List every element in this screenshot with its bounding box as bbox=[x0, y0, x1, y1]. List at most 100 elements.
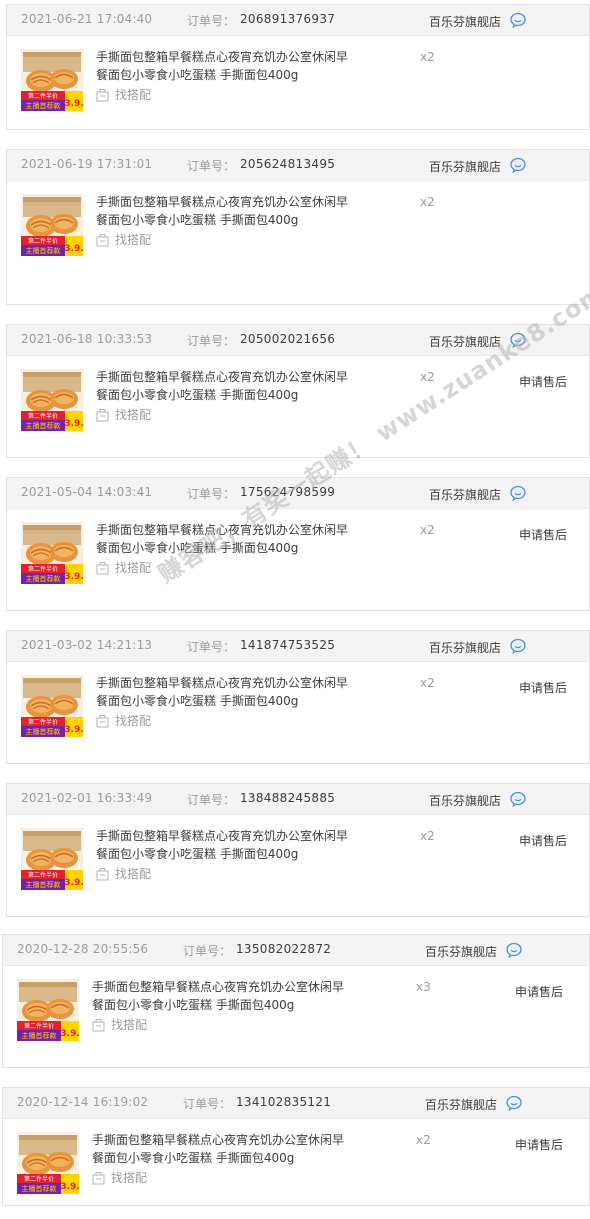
chat-bubble-icon[interactable] bbox=[506, 1095, 522, 1112]
order-date: 2021-06-21 17:04:40 bbox=[21, 12, 153, 26]
shop-name-link[interactable]: 百乐芬旗舰店 bbox=[429, 639, 501, 656]
apply-after-sale-link[interactable]: 申请售后 bbox=[519, 526, 567, 543]
shop-name-link[interactable]: 百乐芬旗舰店 bbox=[429, 158, 501, 175]
find-match-link[interactable]: 找搭配 bbox=[96, 231, 151, 248]
order-number-label: 订单号： bbox=[187, 159, 236, 173]
thumb-badge-bottom: 主播首荐款 bbox=[26, 246, 61, 255]
order-number-label: 订单号： bbox=[187, 793, 236, 807]
apply-after-sale-link[interactable]: 申请售后 bbox=[519, 832, 567, 849]
apply-after-sale-link[interactable]: 申请售后 bbox=[519, 373, 567, 390]
bread-product-thumbnail[interactable]: 第二件半价 主播首荐款 3.9. bbox=[17, 979, 80, 1041]
find-match-label: 找搭配 bbox=[115, 88, 152, 102]
chat-bubble-icon[interactable] bbox=[510, 791, 526, 808]
order-number: 134102835121 bbox=[236, 1095, 332, 1109]
thumb-badge-top: 第二件半价 bbox=[24, 1022, 54, 1030]
order-date: 2021-02-01 16:33:49 bbox=[21, 791, 153, 805]
product-title-link[interactable]: 手撕面包整箱早餐糕点心夜宵充饥办公室休闲早餐面包小零食小吃蛋糕 手撕面包400g bbox=[96, 521, 348, 557]
thumb-price: 3.9. bbox=[64, 572, 83, 582]
bread-product-thumbnail[interactable]: 第二件半价 主播首荐款 3.9. bbox=[21, 369, 84, 431]
chat-bubble-icon[interactable] bbox=[510, 485, 526, 502]
order-card: 2020-12-28 20:55:56 订单号： 135082022872 百乐… bbox=[2, 934, 590, 1068]
bread-product-thumbnail[interactable]: 第二件半价 主播首荐款 3.9. bbox=[21, 675, 84, 737]
order-header: 2021-06-18 10:33:53 订单号： 205002021656 百乐… bbox=[7, 325, 589, 356]
quantity: x2 bbox=[420, 523, 435, 537]
thumb-badge-bottom: 主播首荐款 bbox=[26, 880, 61, 889]
order-header: 2021-03-02 14:21:13 订单号： 141874753525 百乐… bbox=[7, 631, 589, 662]
apply-after-sale-link[interactable]: 申请售后 bbox=[515, 983, 563, 1000]
chat-bubble-icon[interactable] bbox=[510, 332, 526, 349]
shop-name-link[interactable]: 百乐芬旗舰店 bbox=[425, 943, 497, 960]
find-match-link[interactable]: 找搭配 bbox=[96, 712, 151, 729]
order-card: 2021-05-04 14:03:41 订单号： 175624798599 百乐… bbox=[6, 477, 590, 611]
chat-bubble-icon[interactable] bbox=[510, 12, 526, 29]
product-title-link[interactable]: 手撕面包整箱早餐糕点心夜宵充饥办公室休闲早餐面包小零食小吃蛋糕 手撕面包400g bbox=[96, 368, 348, 404]
link-match-icon bbox=[96, 88, 109, 101]
product-title-link[interactable]: 手撕面包整箱早餐糕点心夜宵充饥办公室休闲早餐面包小零食小吃蛋糕 手撕面包400g bbox=[96, 48, 348, 84]
order-item: 第二件半价 主播首荐款 3.9. 手撕面包整箱早餐糕点心夜宵充饥办公室休闲早餐面… bbox=[3, 966, 589, 1066]
link-match-icon bbox=[96, 714, 109, 727]
order-card: 2021-06-18 10:33:53 订单号： 205002021656 百乐… bbox=[6, 324, 590, 458]
quantity: x2 bbox=[420, 50, 435, 64]
order-item: 第二件半价 主播首荐款 3.9. 手撕面包整箱早餐糕点心夜宵充饥办公室休闲早餐面… bbox=[7, 662, 589, 762]
thumb-price: 3.9. bbox=[64, 878, 83, 888]
thumb-badge-bottom: 主播首荐款 bbox=[22, 1184, 57, 1193]
bread-product-thumbnail[interactable]: 第二件半价 主播首荐款 3.9. bbox=[21, 49, 84, 111]
order-date: 2020-12-14 16:19:02 bbox=[17, 1095, 149, 1109]
find-match-link[interactable]: 找搭配 bbox=[96, 559, 151, 576]
thumb-badge-bottom: 主播首荐款 bbox=[26, 421, 61, 430]
order-number: 138488245885 bbox=[240, 791, 336, 805]
thumb-badge-top: 第二件半价 bbox=[28, 237, 58, 245]
order-card: 2021-03-02 14:21:13 订单号： 141874753525 百乐… bbox=[6, 630, 590, 764]
bread-product-thumbnail[interactable]: 第二件半价 主播首荐款 3.9. bbox=[17, 1132, 80, 1194]
thumb-badge-top: 第二件半价 bbox=[28, 412, 58, 420]
find-match-link[interactable]: 找搭配 bbox=[96, 406, 151, 423]
shop-name-link[interactable]: 百乐芬旗舰店 bbox=[429, 13, 501, 30]
find-match-link[interactable]: 找搭配 bbox=[92, 1169, 147, 1186]
order-number-label: 订单号： bbox=[187, 487, 236, 501]
order-number: 206891376937 bbox=[240, 12, 336, 26]
find-match-link[interactable]: 找搭配 bbox=[92, 1016, 147, 1033]
bread-product-thumbnail[interactable]: 第二件半价 主播首荐款 3.9. bbox=[21, 194, 84, 256]
product-title-link[interactable]: 手撕面包整箱早餐糕点心夜宵充饥办公室休闲早餐面包小零食小吃蛋糕 手撕面包400g bbox=[92, 978, 344, 1014]
order-item: 第二件半价 主播首荐款 3.9. 手撕面包整箱早餐糕点心夜宵充饥办公室休闲早餐面… bbox=[7, 815, 589, 915]
product-title-link[interactable]: 手撕面包整箱早餐糕点心夜宵充饥办公室休闲早餐面包小零食小吃蛋糕 手撕面包400g bbox=[96, 193, 348, 229]
shop-name-link[interactable]: 百乐芬旗舰店 bbox=[429, 333, 501, 350]
thumb-price: 3.9. bbox=[60, 1182, 79, 1192]
order-header: 2020-12-28 20:55:56 订单号： 135082022872 百乐… bbox=[3, 935, 589, 966]
product-title-link[interactable]: 手撕面包整箱早餐糕点心夜宵充饥办公室休闲早餐面包小零食小吃蛋糕 手撕面包400g bbox=[96, 827, 348, 863]
order-card: 2021-02-01 16:33:49 订单号： 138488245885 百乐… bbox=[6, 783, 590, 917]
order-number: 141874753525 bbox=[240, 638, 336, 652]
thumb-badge-bottom: 主播首荐款 bbox=[26, 727, 61, 736]
find-match-label: 找搭配 bbox=[111, 1171, 148, 1185]
chat-bubble-icon[interactable] bbox=[510, 157, 526, 174]
order-item: 第二件半价 主播首荐款 3.9. 手撕面包整箱早餐糕点心夜宵充饥办公室休闲早餐面… bbox=[7, 509, 589, 609]
apply-after-sale-link[interactable]: 申请售后 bbox=[515, 1136, 563, 1153]
order-date: 2021-06-19 17:31:01 bbox=[21, 157, 153, 171]
shop-name-link[interactable]: 百乐芬旗舰店 bbox=[425, 1096, 497, 1113]
thumb-badge-top: 第二件半价 bbox=[24, 1175, 54, 1183]
find-match-link[interactable]: 找搭配 bbox=[96, 865, 151, 882]
apply-after-sale-link[interactable]: 申请售后 bbox=[519, 679, 567, 696]
bread-product-thumbnail[interactable]: 第二件半价 主播首荐款 3.9. bbox=[21, 522, 84, 584]
order-date: 2021-06-18 10:33:53 bbox=[21, 332, 153, 346]
chat-bubble-icon[interactable] bbox=[506, 942, 522, 959]
product-title-link[interactable]: 手撕面包整箱早餐糕点心夜宵充饥办公室休闲早餐面包小零食小吃蛋糕 手撕面包400g bbox=[92, 1131, 344, 1167]
shop-name-link[interactable]: 百乐芬旗舰店 bbox=[429, 792, 501, 809]
find-match-link[interactable]: 找搭配 bbox=[96, 86, 151, 103]
product-title-link[interactable]: 手撕面包整箱早餐糕点心夜宵充饥办公室休闲早餐面包小零食小吃蛋糕 手撕面包400g bbox=[96, 674, 348, 710]
find-match-label: 找搭配 bbox=[115, 561, 152, 575]
chat-bubble-icon[interactable] bbox=[510, 638, 526, 655]
quantity: x2 bbox=[420, 829, 435, 843]
quantity: x3 bbox=[416, 980, 431, 994]
order-header: 2021-06-21 17:04:40 订单号： 206891376937 百乐… bbox=[7, 5, 589, 36]
order-date: 2020-12-28 20:55:56 bbox=[17, 942, 149, 956]
shop-name-link[interactable]: 百乐芬旗舰店 bbox=[429, 486, 501, 503]
bread-product-thumbnail[interactable]: 第二件半价 主播首荐款 3.9. bbox=[21, 828, 84, 890]
order-item: 第二件半价 主播首荐款 3.9. 手撕面包整箱早餐糕点心夜宵充饥办公室休闲早餐面… bbox=[7, 36, 589, 136]
quantity: x2 bbox=[420, 370, 435, 384]
thumb-price: 3.9. bbox=[64, 419, 83, 429]
order-number: 205624813495 bbox=[240, 157, 336, 171]
order-header: 2021-05-04 14:03:41 订单号： 175624798599 百乐… bbox=[7, 478, 589, 509]
thumb-price: 3.9. bbox=[60, 1029, 79, 1039]
order-number: 135082022872 bbox=[236, 942, 332, 956]
